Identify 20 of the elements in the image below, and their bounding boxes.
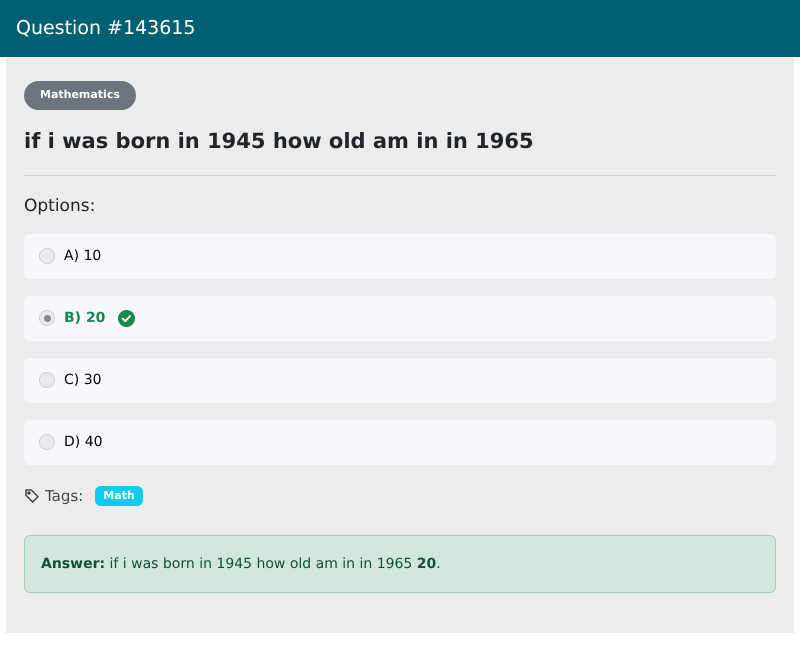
radio-button[interactable]	[39, 434, 55, 450]
check-icon	[118, 310, 136, 326]
option-label: C) 30	[64, 370, 102, 390]
option-row[interactable]: D) 40	[24, 420, 776, 464]
radio-button[interactable]	[39, 310, 55, 326]
tag-icon	[24, 488, 40, 504]
option-label: D) 40	[64, 432, 103, 452]
radio-button[interactable]	[39, 372, 55, 388]
option-row[interactable]: A) 10	[24, 234, 776, 278]
tags-label: Tags:	[45, 486, 84, 506]
options-heading: Options:	[24, 195, 96, 218]
answer-text: Answer: if i was born in 1945 how old am in in 1965 20.	[41, 554, 441, 574]
option-label: A) 10	[64, 246, 102, 266]
question-text: if i was born in 1945 how old am in in 1965	[24, 128, 535, 154]
radio-button[interactable]	[39, 248, 55, 264]
option-row[interactable]: B) 20	[24, 296, 776, 340]
option-label: B) 20	[64, 308, 106, 328]
category-label: Mathematics	[24, 81, 136, 110]
question-title: Question #143615	[16, 16, 196, 42]
option-row[interactable]: C) 30	[24, 358, 776, 402]
